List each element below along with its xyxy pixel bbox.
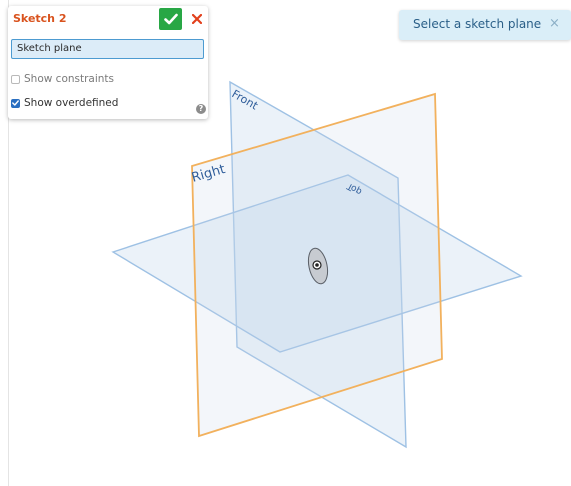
show-constraints-label: Show constraints [24,73,115,85]
cancel-button[interactable] [188,8,206,30]
show-constraints-checkbox[interactable] [11,74,20,84]
sketch-plane-field[interactable]: Sketch plane [11,39,204,59]
sketch-plane-placeholder: Sketch plane [17,43,82,54]
help-icon[interactable]: ? [196,104,206,114]
confirm-button[interactable] [159,8,182,30]
show-overdefined-option[interactable]: Show overdefined [11,96,118,110]
checkmark-icon [163,13,178,25]
show-overdefined-label: Show overdefined [24,97,119,109]
show-overdefined-checkbox[interactable] [11,98,20,108]
sketch-dialog: Sketch 2 Sketch plane Show constraints S… [8,6,208,119]
checkbox-check-icon [12,100,19,106]
dialog-title: Sketch 2 [13,12,67,25]
graphics-viewport[interactable]: Front Right Top Sketch 2 Sketch plane Sh… [0,0,571,486]
origin-center-dot [315,263,319,267]
select-plane-toast: Select a sketch plane × [399,10,571,40]
toast-message: Select a sketch plane [413,17,542,31]
toast-close-icon[interactable]: × [549,16,560,31]
show-constraints-option[interactable]: Show constraints [11,72,114,86]
close-x-icon [192,14,202,24]
